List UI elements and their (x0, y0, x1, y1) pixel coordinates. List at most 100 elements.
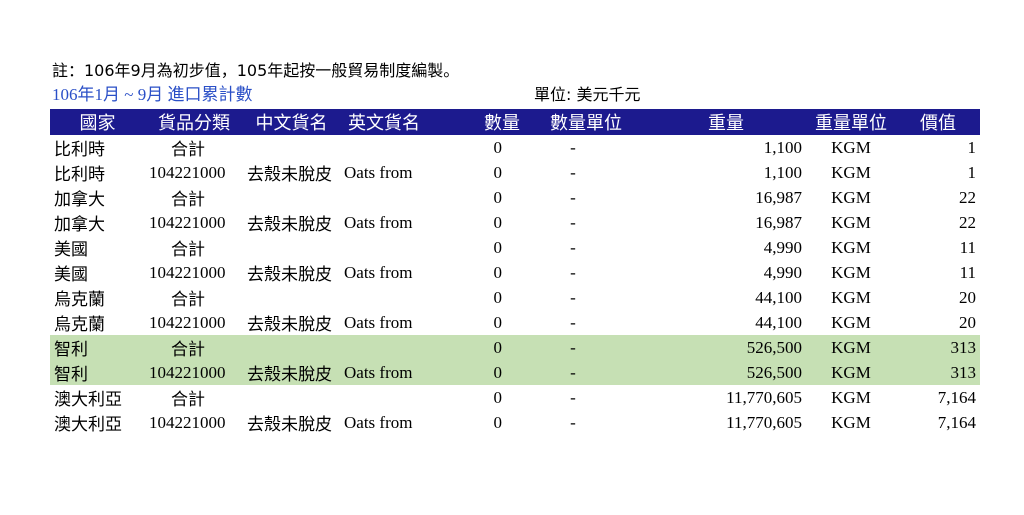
cell-quantity: 0 (428, 360, 526, 385)
cell-code: 104221000 (149, 412, 226, 432)
cell-chinese-name: 去殼未脫皮 (247, 215, 332, 234)
cell-code: 合計 (171, 290, 205, 309)
cell-quantity: 0 (493, 262, 503, 282)
cell-weight: 16,987 (755, 187, 802, 207)
header-english-name[interactable]: 英文貨名 (340, 109, 428, 135)
cell-code: 合計 (145, 335, 243, 360)
cell-chinese-name (243, 335, 340, 360)
header-weight-unit[interactable]: 重量單位 (806, 109, 896, 135)
cell-value: 1 (967, 137, 977, 157)
table-row: 美國 合計 0 - 4,990 KGM 11 (50, 235, 980, 260)
cell-quantity-unit: - (570, 212, 576, 232)
cell-weight-unit: KGM (831, 287, 871, 307)
table-row: 加拿大 104221000 去殼未脫皮 Oats from 0 - 16,987 KGM 22 (50, 210, 980, 235)
cell-weight-unit: KGM (806, 360, 896, 385)
table-row: 烏克蘭 合計 0 - 44,100 KGM 20 (50, 285, 980, 310)
cell-weight-unit: KGM (831, 262, 871, 282)
cell-quantity-unit: - (570, 187, 576, 207)
cell-quantity: 0 (493, 162, 503, 182)
cell-country: 美國 (54, 265, 88, 284)
table-row: 智利 合計 0-526,500 KGM 313 (50, 335, 980, 360)
cell-quantity: 0 (493, 387, 503, 407)
cell-weight: 11,770,605 (726, 387, 802, 407)
cell-country: 烏克蘭 (54, 290, 105, 309)
cell-chinese-name: 去殼未脫皮 (243, 360, 340, 385)
cell-value: 11 (959, 237, 976, 257)
cell-chinese-name (243, 285, 340, 310)
header-weight[interactable]: 重量 (646, 109, 806, 135)
cell-code: 合計 (171, 240, 205, 259)
period-title: 106年1月 ~ 9月 進口累計數 (52, 85, 253, 104)
cell-chinese-name (243, 135, 340, 160)
cell-english-name: Oats from (344, 262, 413, 282)
cell-quantity-unit: - (526, 360, 646, 385)
table-header-row: 國家 貨品分類 中文貨名 英文貨名 數量 數量單位 重量 重量單位 價值 (50, 109, 980, 135)
cell-weight: 44,100 (755, 312, 802, 332)
cell-english-name (340, 385, 428, 410)
cell-weight-unit: KGM (831, 387, 871, 407)
cell-value: 20 (959, 312, 976, 332)
cell-english-name: Oats from (344, 162, 413, 182)
cell-weight: 1,100 (763, 137, 802, 157)
table-row: 加拿大 合計 0 - 16,987 KGM 22 (50, 185, 980, 210)
cell-weight: 1,100 (763, 162, 802, 182)
cell-weight: 526,500 (646, 335, 806, 360)
cell-chinese-name: 去殼未脫皮 (247, 165, 332, 184)
cell-country: 智利 (50, 360, 145, 385)
cell-english-name: Oats from (344, 312, 413, 332)
cell-quantity-unit: - (570, 237, 576, 257)
cell-english-name (340, 335, 428, 360)
cell-value: 20 (959, 287, 976, 307)
cell-english-name (340, 235, 428, 260)
table-row: 比利時 104221000 去殼未脫皮 Oats from 0 - 1,100 KGM 1 (50, 160, 980, 185)
cell-country: 澳大利亞 (54, 415, 122, 434)
header-country[interactable]: 國家 (50, 109, 145, 135)
table-row: 美國 104221000 去殼未脫皮 Oats from 0 - 4,990 KGM 11 (50, 260, 980, 285)
cell-quantity: 0 (493, 237, 503, 257)
header-code[interactable]: 貨品分類 (145, 109, 243, 135)
cell-english-name: Oats from (340, 360, 428, 385)
header-quantity[interactable]: 數量 (428, 109, 526, 135)
header-quantity-unit[interactable]: 數量單位 (526, 109, 646, 135)
cell-chinese-name (243, 185, 340, 210)
table-row: 烏克蘭 104221000 去殼未脫皮 Oats from 0 - 44,100 KGM 20 (50, 310, 980, 335)
cell-value: 7,164 (937, 412, 976, 432)
cell-country: 比利時 (54, 140, 105, 159)
cell-weight-unit: KGM (831, 212, 871, 232)
cell-value: 11 (959, 262, 976, 282)
cell-value: 22 (959, 187, 976, 207)
table-row: 智利 104221000 去殼未脫皮 Oats from 0-526,500 KGM 313 (50, 360, 980, 385)
cell-weight: 4,990 (763, 262, 802, 282)
cell-weight-unit: KGM (806, 335, 896, 360)
cell-weight-unit: KGM (831, 137, 871, 157)
cell-weight-unit: KGM (831, 237, 871, 257)
cell-chinese-name: 去殼未脫皮 (247, 415, 332, 434)
unit-label: 單位: 美元千元 (534, 85, 641, 104)
cell-quantity: 0 (493, 312, 503, 332)
cell-value: 1 (967, 162, 977, 182)
cell-weight: 44,100 (755, 287, 802, 307)
cell-quantity: 0 (493, 137, 503, 157)
header-chinese-name[interactable]: 中文貨名 (243, 109, 340, 135)
cell-quantity: 0 (428, 335, 526, 360)
cell-code: 104221000 (149, 262, 226, 282)
cell-quantity-unit: - (570, 287, 576, 307)
cell-value: 22 (959, 212, 976, 232)
footnote-text: 註：106年9月為初步值，105年起按一般貿易制度編製。 (52, 61, 460, 80)
cell-english-name (340, 185, 428, 210)
cell-code: 104221000 (149, 212, 226, 232)
cell-english-name: Oats from (344, 412, 413, 432)
cell-code: 合計 (171, 190, 205, 209)
table-row: 澳大利亞 104221000 去殼未脫皮 Oats from 0 - 11,770,605 K… (50, 410, 980, 435)
cell-weight-unit: KGM (831, 412, 871, 432)
cell-country: 加拿大 (54, 215, 105, 234)
cell-quantity-unit: - (570, 312, 576, 332)
cell-code: 合計 (171, 140, 205, 159)
cell-quantity-unit: - (570, 262, 576, 282)
cell-chinese-name: 去殼未脫皮 (247, 315, 332, 334)
cell-weight: 16,987 (755, 212, 802, 232)
header-value[interactable]: 價值 (896, 109, 980, 135)
table-body: 比利時 合計 0-1,100 KGM 1 比利時 104221000 去殼未脫皮 Oats fr… (50, 135, 980, 435)
cell-english-name: Oats from (344, 212, 413, 232)
cell-country: 智利 (50, 335, 145, 360)
